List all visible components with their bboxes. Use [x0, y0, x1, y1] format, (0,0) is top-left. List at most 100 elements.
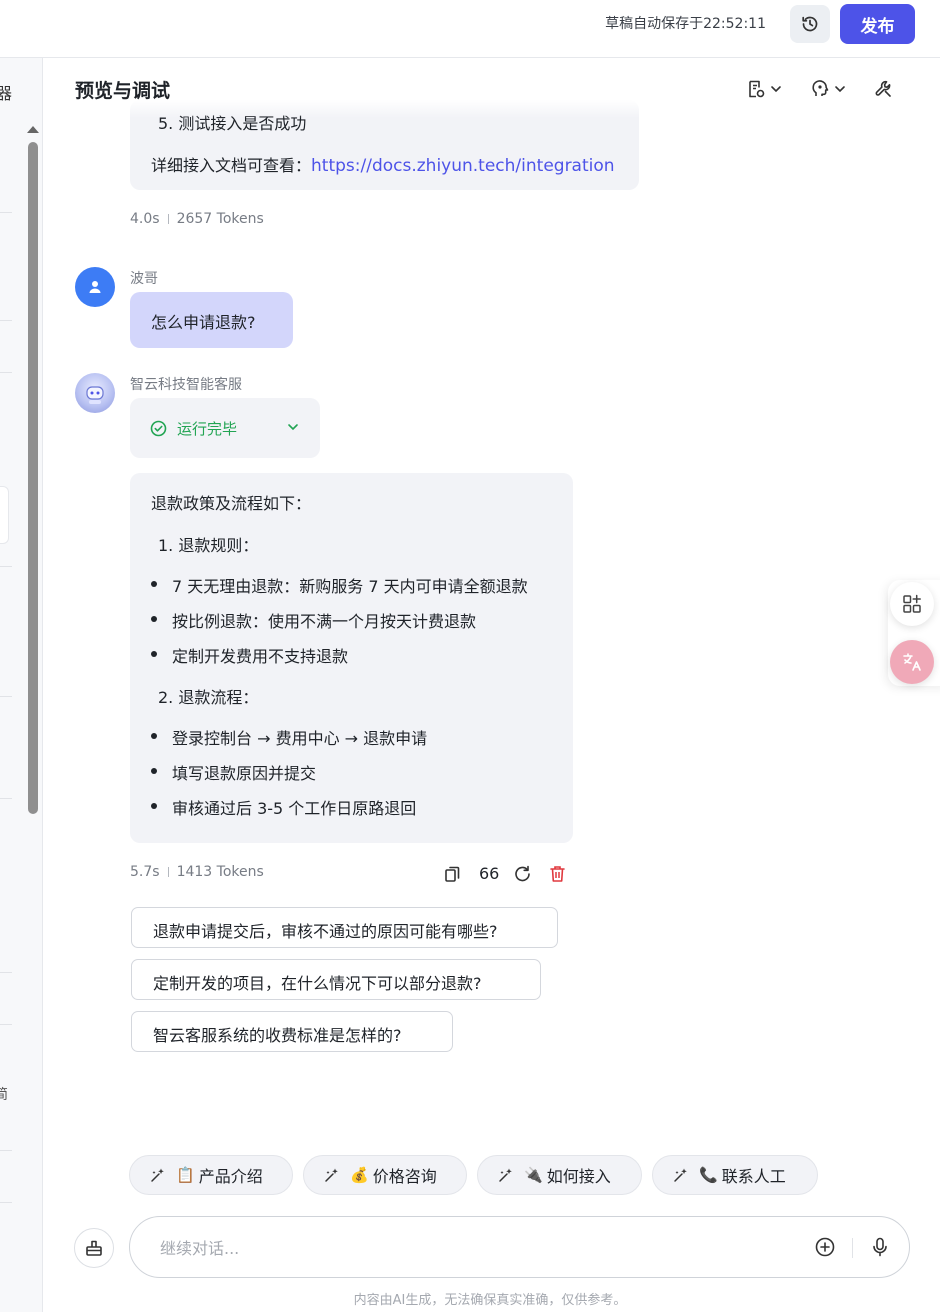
left-sidebar: 器 简 [0, 58, 43, 1312]
user-avatar [75, 267, 115, 307]
copy-icon [445, 866, 460, 882]
apps-add-icon [903, 594, 921, 613]
document-settings-icon [749, 80, 765, 98]
sparkle-icon [674, 1168, 687, 1182]
list-item-text: 审核通过后 3-5 个工作日原路退回 [172, 799, 417, 818]
shortcut-label: 如何接入 [546, 1167, 611, 1186]
sidebar-divider [0, 212, 12, 213]
sidebar-divider [0, 1024, 12, 1025]
answer-list-item: 按比例退款：使用不满一个月按天计费退款 [151, 608, 476, 632]
list-item-text: 登录控制台 → 费用中心 → 退款申请 [172, 729, 428, 748]
chevron-down-icon [771, 86, 781, 93]
microphone-icon[interactable] [869, 1236, 891, 1258]
suggested-question[interactable]: 智云客服系统的收费标准是怎样的? [131, 1011, 453, 1052]
response-time: 5.7s [130, 864, 160, 880]
chevron-down-icon [835, 86, 845, 93]
user-message-bubble: 怎么申请退款? [130, 292, 293, 348]
token-count: 1413 Tokens [176, 864, 264, 880]
list-item-text: 按比例退款：使用不满一个月按天计费退款 [172, 612, 477, 631]
sidebar-divider [0, 972, 12, 973]
wrench-icon [875, 80, 891, 97]
robot-icon [86, 386, 104, 404]
shortcut-chip[interactable]: 💰 价格咨询 [303, 1155, 467, 1195]
sidebar-card-edge[interactable] [0, 486, 9, 544]
suggested-question[interactable]: 退款申请提交后，审核不通过的原因可能有哪些? [131, 907, 558, 948]
list-item-text: 填写退款原因并提交 [172, 764, 317, 783]
debug-settings-button[interactable] [874, 78, 894, 100]
sidebar-partial-label: 器 [0, 84, 13, 103]
run-status-label: 运行完毕 [177, 419, 238, 438]
delete-button[interactable] [549, 864, 566, 886]
bot-answer-bubble: 退款政策及流程如下： 1. 退款规则： 7 天无理由退款：新购服务 7 天内可申… [130, 473, 573, 843]
suggested-question[interactable]: 定制开发的项目，在什么情况下可以部分退款? [131, 959, 541, 1000]
variable-menu-button[interactable] [746, 78, 782, 100]
answer-list-item: 7 天无理由退款：新购服务 7 天内可申请全额退款 [151, 573, 528, 597]
top-bar: 草稿自动保存于22:52:11 发布 [0, 0, 940, 58]
list-item-text: 定制开发费用不支持退款 [172, 647, 349, 666]
translate-button[interactable] [890, 640, 934, 684]
bot-name: 智云科技智能客服 [130, 377, 242, 393]
sidebar-divider [0, 1202, 12, 1203]
sidebar-scrollbar[interactable] [28, 142, 38, 814]
chevron-down-icon[interactable] [286, 420, 300, 434]
autosave-status: 草稿自动保存于22:52:11 [605, 16, 766, 32]
add-attachment-icon[interactable] [814, 1236, 836, 1258]
phone-icon: 📞 [699, 1166, 718, 1184]
ai-disclaimer: 内容由AI生成，无法确保真实准确，仅供参考。 [353, 1293, 627, 1308]
user-name: 波哥 [130, 271, 158, 287]
composer-divider [852, 1238, 853, 1258]
ai-voice-icon [812, 80, 829, 96]
answer-list-item: 定制开发费用不支持退款 [151, 643, 348, 667]
translate-icon [903, 653, 921, 671]
refresh-icon [515, 865, 530, 882]
sparkle-icon [151, 1168, 164, 1182]
shortcut-chip[interactable]: 📋 产品介绍 [129, 1155, 293, 1195]
regenerate-button[interactable] [513, 864, 532, 886]
bot-answer-meta: 5.7s 1413 Tokens [130, 864, 264, 880]
doc-prefix-text: 详细接入文档可查看： [151, 156, 312, 175]
sidebar-partial-label: 简 [0, 1087, 8, 1103]
copy-button[interactable] [444, 864, 461, 886]
persona-menu-button[interactable] [810, 78, 846, 100]
meta-divider [167, 867, 169, 877]
shortcut-chip[interactable]: 📞 联系人工 [652, 1155, 818, 1195]
answer-section-title: 1. 退款规则： [158, 536, 259, 555]
integration-doc-link[interactable]: https://docs.zhiyun.tech/integration [311, 156, 615, 176]
answer-intro: 退款政策及流程如下： [151, 494, 312, 513]
sparkle-icon [499, 1168, 512, 1182]
quote-button[interactable]: 66 [479, 864, 499, 886]
clear-context-button[interactable] [74, 1228, 114, 1268]
history-icon [802, 16, 818, 32]
sidebar-divider [0, 566, 12, 567]
meta-divider [167, 214, 169, 224]
clipboard-icon: 📋 [176, 1166, 195, 1184]
sidebar-divider [0, 696, 12, 697]
trash-icon [550, 866, 565, 882]
add-component-button[interactable] [890, 582, 934, 626]
sidebar-divider [0, 1150, 12, 1151]
sidebar-divider [0, 372, 12, 373]
broom-icon [86, 1240, 102, 1256]
scroll-fade [130, 100, 639, 118]
answer-section-title: 2. 退款流程： [158, 688, 259, 707]
answer-list-item: 登录控制台 → 费用中心 → 退款申请 [151, 725, 427, 749]
chat-input[interactable] [158, 1235, 758, 1261]
publish-button[interactable]: 发布 [840, 4, 915, 44]
shortcut-label: 产品介绍 [198, 1167, 263, 1186]
preview-title: 预览与调试 [75, 80, 171, 102]
shortcut-label: 联系人工 [721, 1167, 786, 1186]
run-status-card[interactable]: 运行完毕 [130, 398, 320, 458]
bot-avatar [75, 373, 115, 413]
check-circle-icon [150, 420, 167, 436]
sidebar-divider [0, 798, 12, 799]
token-count: 2657 Tokens [176, 211, 264, 227]
answer-list-item: 审核通过后 3-5 个工作日原路退回 [151, 795, 416, 819]
answer-list-item: 填写退款原因并提交 [151, 760, 316, 784]
history-button[interactable] [790, 5, 830, 43]
prev-answer-meta: 4.0s 2657 Tokens [130, 211, 264, 227]
shortcut-chip[interactable]: 🔌 如何接入 [477, 1155, 642, 1195]
person-icon [89, 281, 101, 293]
scroll-up-arrow-icon[interactable] [27, 126, 39, 133]
plug-icon: 🔌 [524, 1166, 543, 1184]
chat-input-box[interactable] [129, 1216, 910, 1278]
